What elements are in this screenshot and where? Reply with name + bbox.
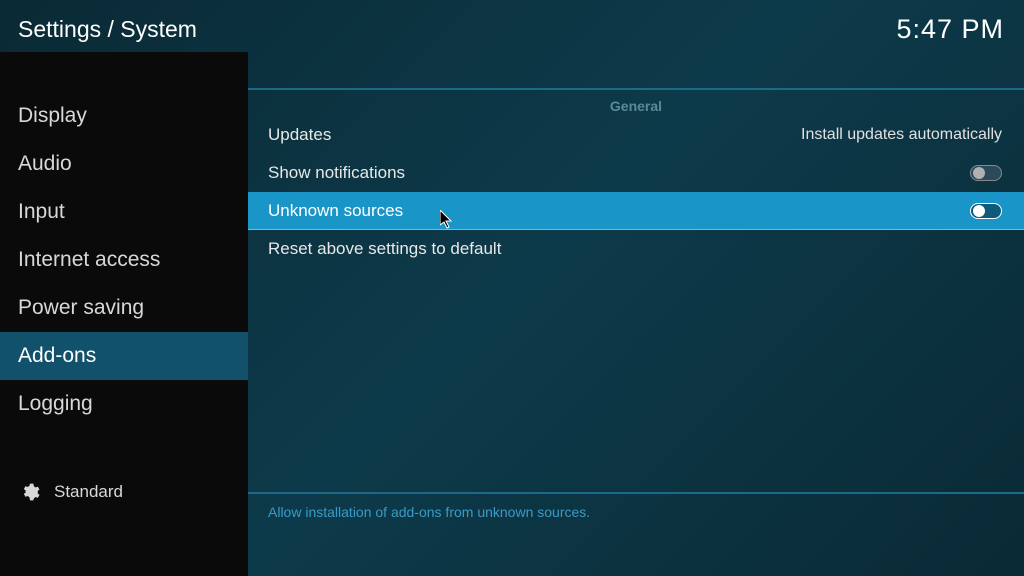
main-panel: General Updates Install updates automati… xyxy=(248,88,1024,576)
setting-show-notifications[interactable]: Show notifications xyxy=(248,154,1024,192)
sidebar-item-label: Audio xyxy=(18,152,72,175)
setting-unknown-sources[interactable]: Unknown sources xyxy=(248,192,1024,230)
setting-label: Unknown sources xyxy=(268,201,403,221)
setting-label: Updates xyxy=(268,125,331,145)
settings-list: Updates Install updates automatically Sh… xyxy=(248,116,1024,268)
setting-reset-defaults[interactable]: Reset above settings to default xyxy=(248,230,1024,268)
sidebar-item-label: Power saving xyxy=(18,296,144,319)
hint-bar: Allow installation of add-ons from unkno… xyxy=(248,492,1024,530)
setting-label: Show notifications xyxy=(268,163,405,183)
setting-updates[interactable]: Updates Install updates automatically xyxy=(248,116,1024,154)
toggle-unknown-sources[interactable] xyxy=(970,203,1002,219)
breadcrumb: Settings / System xyxy=(18,16,197,43)
sidebar-item-audio[interactable]: Audio xyxy=(0,140,248,188)
sidebar-item-power[interactable]: Power saving xyxy=(0,284,248,332)
toggle-knob xyxy=(973,167,985,179)
setting-value: Install updates automatically xyxy=(801,126,1002,144)
sidebar-item-label: Add-ons xyxy=(18,344,96,367)
settings-level-label: Standard xyxy=(54,482,123,502)
sidebar-item-logging[interactable]: Logging xyxy=(0,380,248,428)
section-header: General xyxy=(248,90,1024,116)
toggle-show-notifications[interactable] xyxy=(970,165,1002,181)
hint-text: Allow installation of add-ons from unkno… xyxy=(268,504,590,520)
gear-icon xyxy=(20,482,40,502)
sidebar-item-label: Display xyxy=(18,104,87,127)
sidebar-item-addons[interactable]: Add-ons xyxy=(0,332,248,380)
sidebar-item-input[interactable]: Input xyxy=(0,188,248,236)
sidebar-item-label: Input xyxy=(18,200,65,223)
sidebar: Display Audio Input Internet access Powe… xyxy=(0,52,248,576)
clock: 5:47 PM xyxy=(896,14,1004,45)
sidebar-item-label: Internet access xyxy=(18,248,160,271)
setting-label: Reset above settings to default xyxy=(268,239,501,259)
sidebar-item-internet[interactable]: Internet access xyxy=(0,236,248,284)
sidebar-item-label: Logging xyxy=(18,392,93,415)
sidebar-item-display[interactable]: Display xyxy=(0,92,248,140)
settings-level-button[interactable]: Standard xyxy=(0,472,248,512)
toggle-knob xyxy=(973,205,985,217)
